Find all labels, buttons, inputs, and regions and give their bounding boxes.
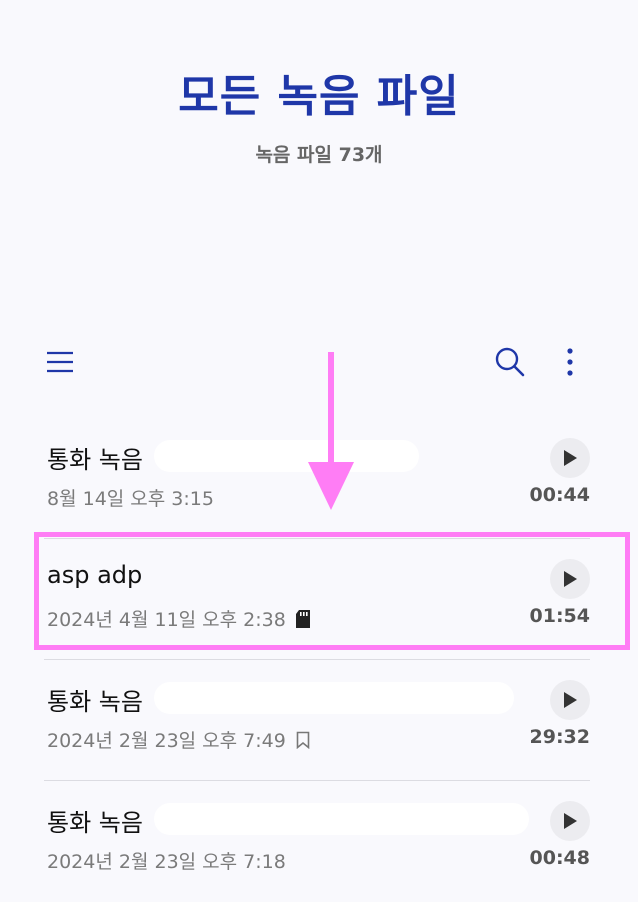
recording-meta: 2024년 2월 23일 오후 7:18	[47, 847, 286, 874]
recording-item[interactable]: 통화 녹음 2024년 2월 23일 오후 7:49 29:32	[44, 659, 590, 780]
recording-duration: 29:32	[529, 726, 590, 748]
page-header: 모든 녹음 파일 녹음 파일 73개	[0, 60, 638, 167]
search-icon[interactable]	[490, 340, 530, 384]
play-button[interactable]	[550, 680, 590, 720]
recording-date: 2024년 2월 23일 오후 7:18	[47, 851, 286, 873]
redacted-number	[154, 682, 514, 714]
recording-count: 녹음 파일 73개	[255, 144, 383, 166]
play-icon	[564, 813, 577, 829]
play-button[interactable]	[550, 438, 590, 478]
recording-meta: 2024년 2월 23일 오후 7:49	[47, 726, 310, 753]
play-icon	[564, 450, 577, 466]
page-title: 모든 녹음 파일	[178, 71, 460, 122]
recording-meta: 8월 14일 오후 3:15	[47, 484, 214, 511]
recording-title: 통화 녹음	[47, 446, 143, 474]
highlight-box	[34, 532, 630, 650]
down-arrow-annotation	[308, 352, 354, 510]
recording-item[interactable]: 통화 녹음 2024년 2월 23일 오후 7:18 00:48	[44, 780, 590, 901]
bookmark-icon	[296, 731, 310, 749]
recording-date: 2024년 2월 23일 오후 7:49	[47, 730, 286, 752]
recordings-screen: 모든 녹음 파일 녹음 파일 73개 통화 녹음 8월 14일 오후 3:15 …	[0, 0, 638, 902]
recording-title: 통화 녹음	[47, 809, 143, 837]
more-vertical-icon[interactable]	[550, 340, 590, 384]
hamburger-menu-icon[interactable]	[40, 340, 80, 384]
recording-title: 통화 녹음	[47, 688, 143, 716]
redacted-number	[154, 440, 419, 472]
play-button[interactable]	[550, 801, 590, 841]
recording-date: 8월 14일 오후 3:15	[47, 488, 214, 510]
recording-duration: 00:44	[529, 484, 590, 506]
redacted-number	[154, 803, 529, 835]
play-icon	[564, 692, 577, 708]
recording-duration: 00:48	[529, 847, 590, 869]
